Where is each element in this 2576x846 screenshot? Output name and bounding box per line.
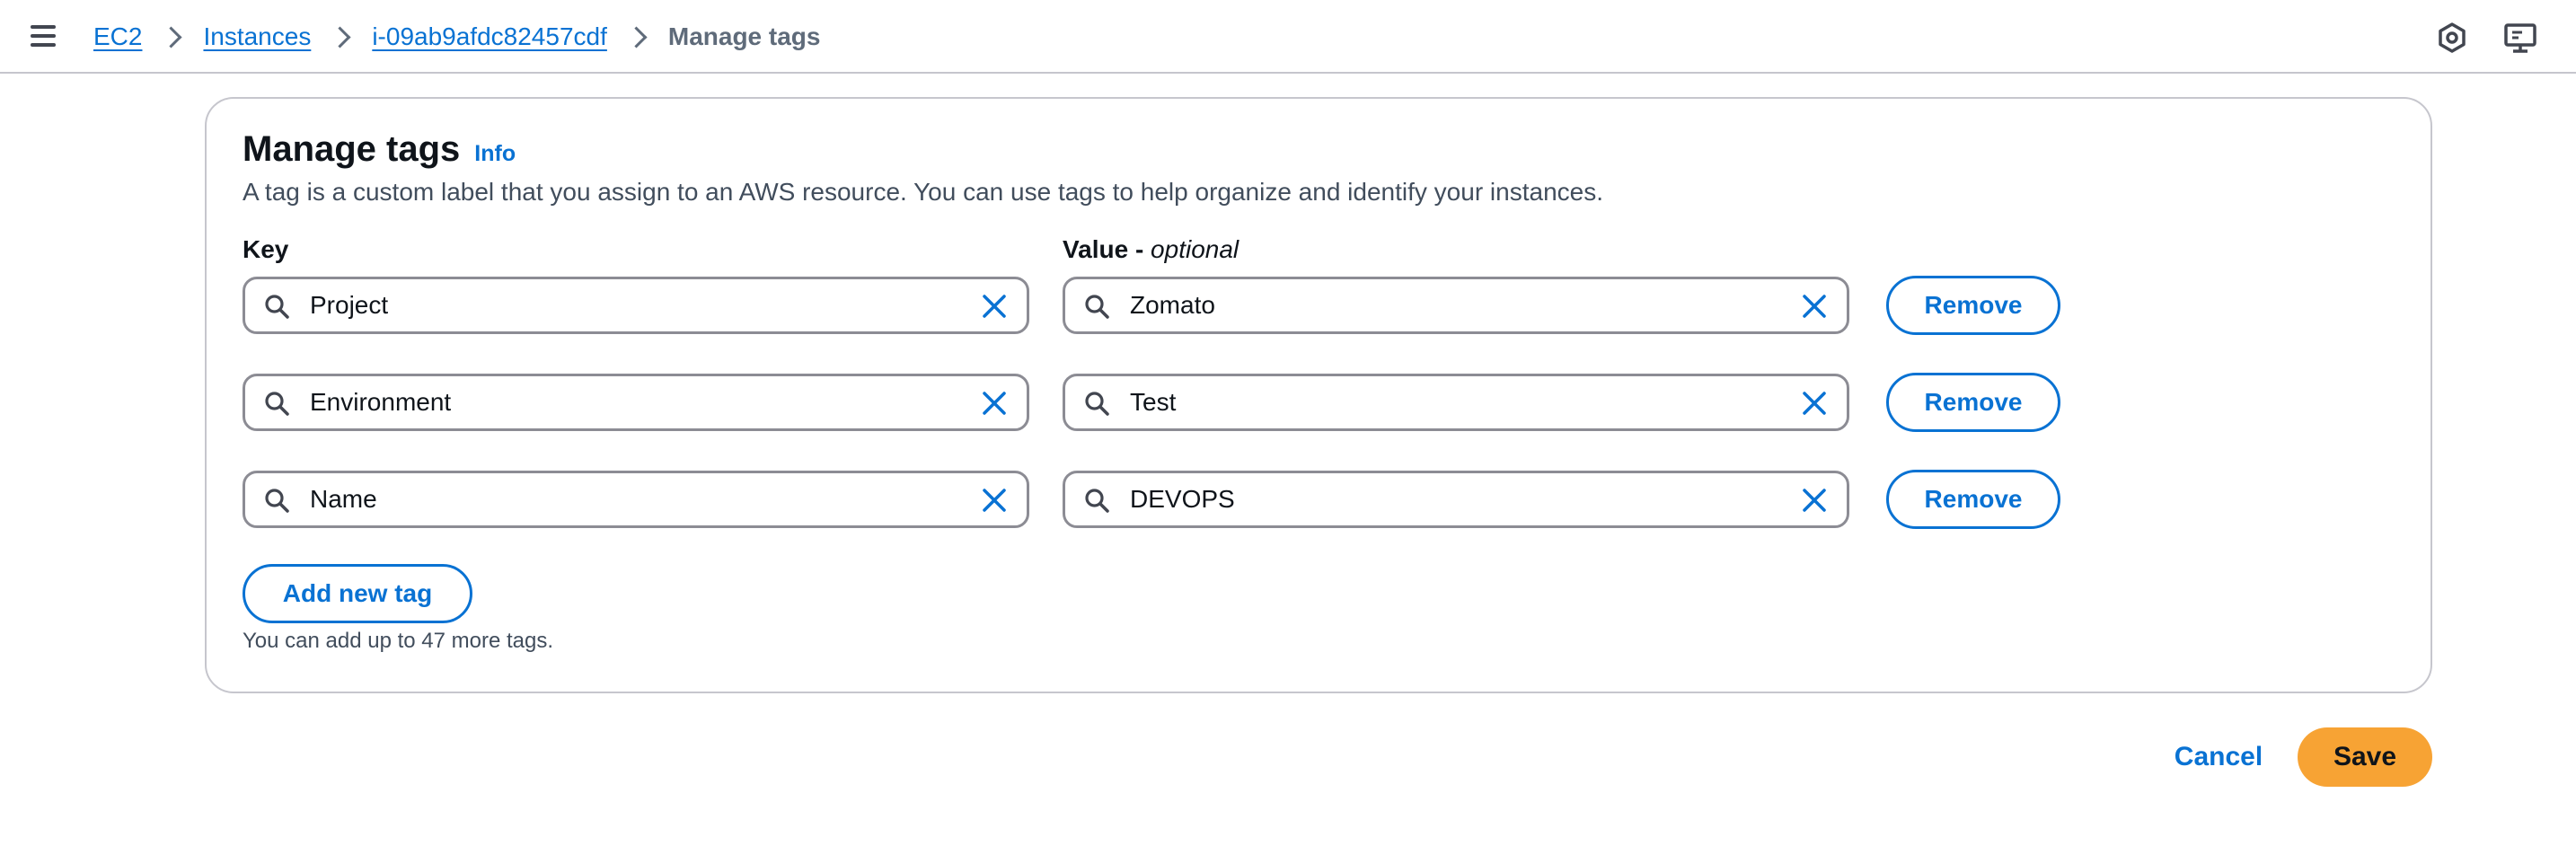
search-icon [1085,392,1109,416]
tag-key-input[interactable] [310,285,957,326]
search-icon [265,392,289,416]
tag-value-input[interactable] [1130,382,1777,423]
settings-hexagon-icon[interactable] [2434,20,2470,56]
info-link[interactable]: Info [474,141,516,167]
value-column-label: Value - optional [1063,235,1239,264]
tag-value-input[interactable] [1130,479,1777,520]
remove-tag-button[interactable]: Remove [1886,276,2060,335]
remaining-tags-hint: You can add up to 47 more tags. [243,629,554,653]
search-icon [1085,489,1109,513]
manage-tags-container: Manage tags Info A tag is a custom label… [205,97,2432,693]
tag-key-field[interactable] [243,471,1029,528]
chevron-right-icon [154,23,190,50]
hamburger-menu-icon[interactable] [27,22,63,52]
tag-value-input[interactable] [1130,285,1777,326]
clear-x-icon[interactable] [980,389,1009,418]
chevron-right-icon [620,23,656,50]
search-icon [265,295,289,319]
value-label-text: Value - [1063,235,1151,263]
breadcrumb-ec2[interactable]: EC2 [93,22,142,51]
clear-x-icon[interactable] [1800,292,1829,321]
clear-x-icon[interactable] [1800,486,1829,515]
tag-key-field[interactable] [243,277,1029,334]
page-description: A tag is a custom label that you assign … [243,178,1603,206]
tag-value-field[interactable] [1063,277,1849,334]
top-navigation-bar: EC2 Instances i-09ab9afdc82457cdf Manage… [0,0,2576,74]
breadcrumb-current: Manage tags [667,22,821,50]
add-new-tag-button[interactable]: Add new tag [243,564,472,623]
chevron-right-icon [323,23,359,50]
breadcrumb-instance-id[interactable]: i-09ab9afdc82457cdf [372,22,607,51]
clear-x-icon[interactable] [980,292,1009,321]
remove-tag-button[interactable]: Remove [1886,373,2060,432]
feedback-screen-icon[interactable] [2502,20,2538,56]
cancel-button[interactable]: Cancel [2156,727,2281,787]
page-title: Manage tags [243,129,461,169]
container-header: Manage tags Info [243,129,516,170]
save-button[interactable]: Save [2298,727,2432,787]
clear-x-icon[interactable] [1800,389,1829,418]
breadcrumb-instances[interactable]: Instances [203,22,311,51]
key-column-label: Key [243,235,289,263]
tag-value-field[interactable] [1063,374,1849,431]
search-icon [1085,295,1109,319]
tag-key-input[interactable] [310,479,957,520]
tag-key-input[interactable] [310,382,957,423]
remove-tag-button[interactable]: Remove [1886,470,2060,529]
tag-value-field[interactable] [1063,471,1849,528]
clear-x-icon[interactable] [980,486,1009,515]
tag-key-field[interactable] [243,374,1029,431]
value-optional-text: optional [1151,235,1239,263]
breadcrumb: EC2 Instances i-09ab9afdc82457cdf Manage… [93,0,820,74]
search-icon [265,489,289,513]
